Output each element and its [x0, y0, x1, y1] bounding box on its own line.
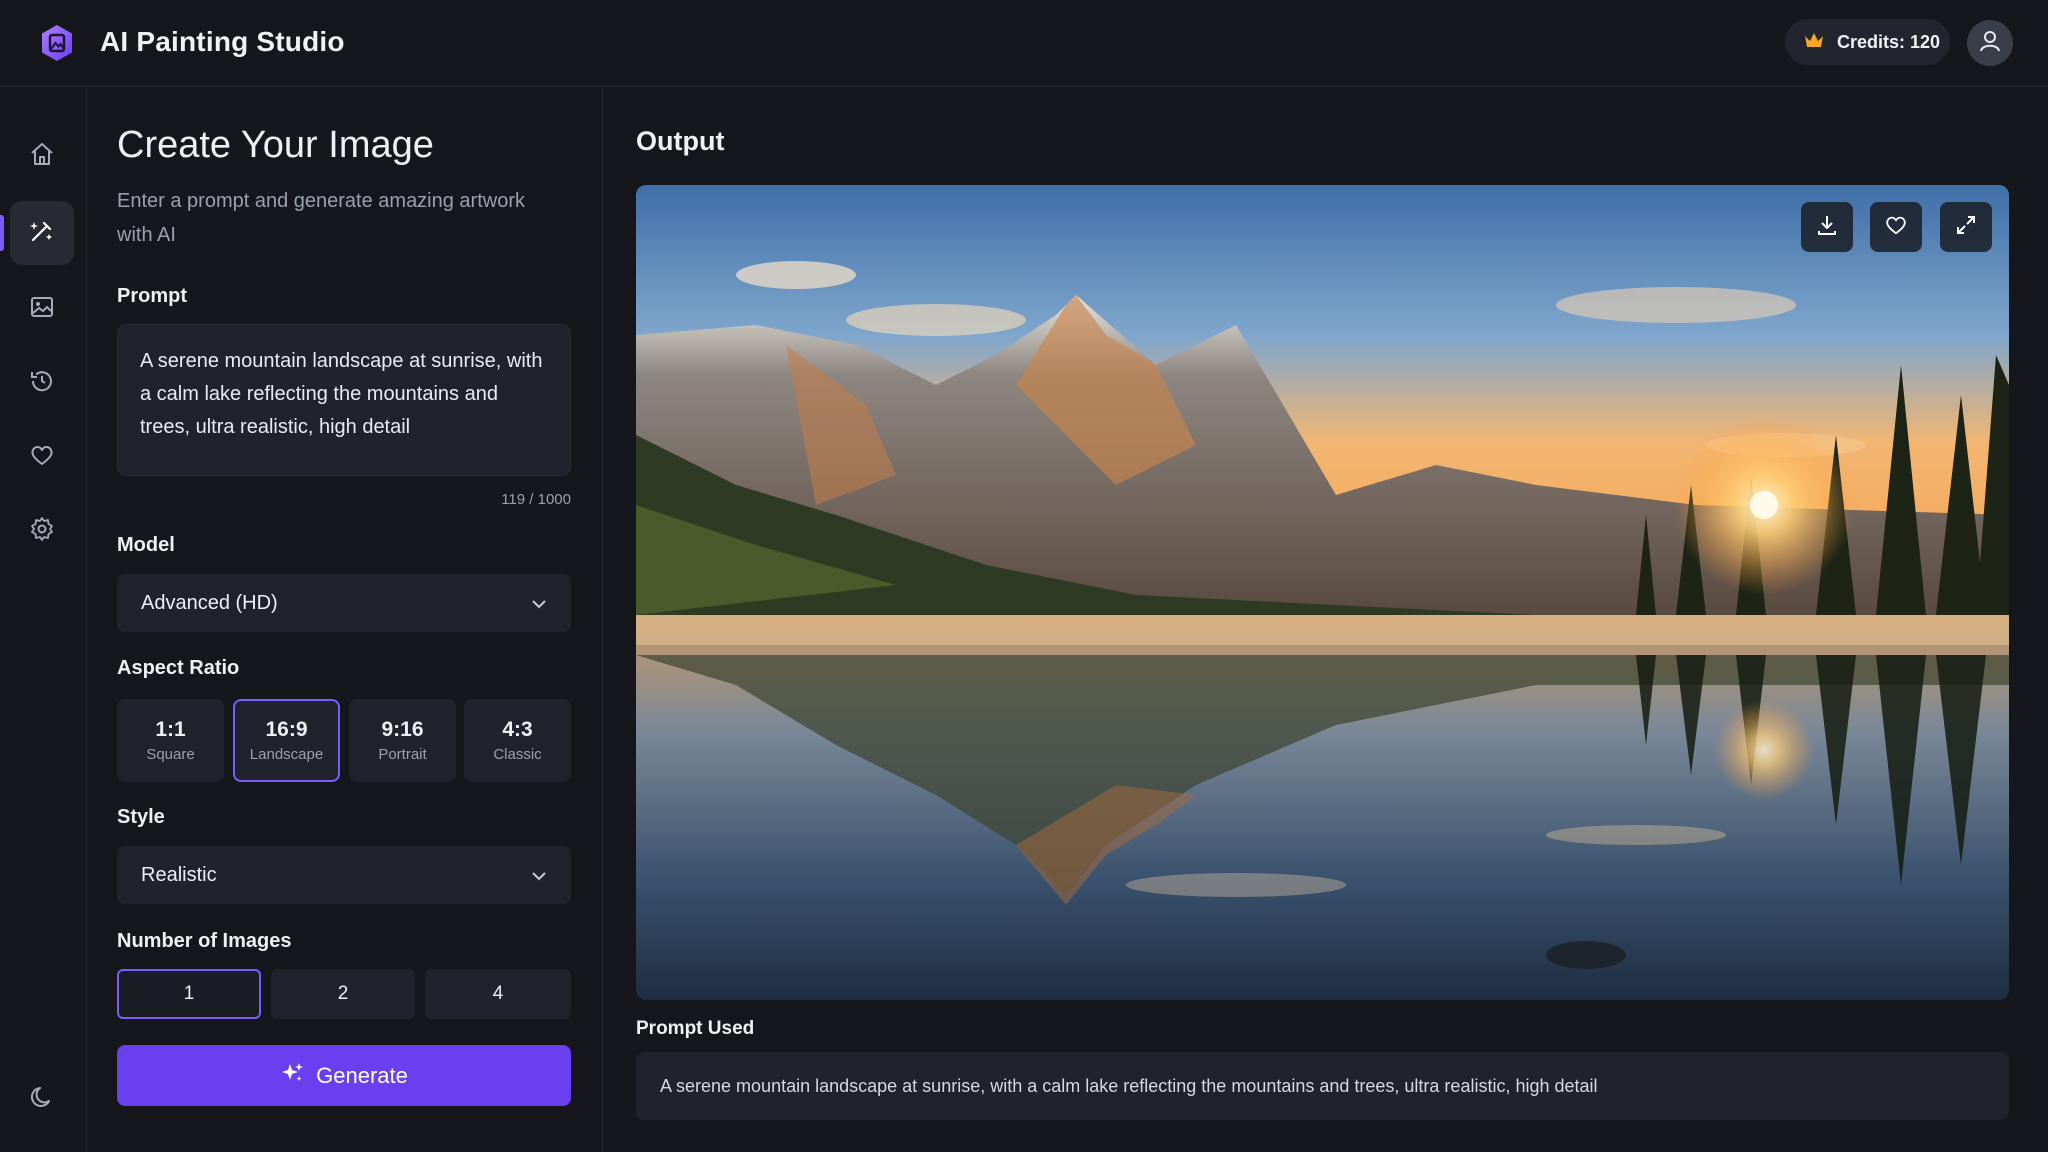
user-avatar[interactable] — [1967, 20, 2013, 66]
sparkle-icon — [280, 1061, 304, 1091]
aspect-option-value: 1:1 — [155, 718, 186, 741]
settings-icon — [29, 516, 55, 547]
aspect-option-landscape[interactable]: 16:9 Landscape — [233, 699, 340, 782]
aspect-option-classic[interactable]: 4:3 Classic — [464, 699, 571, 782]
moon-icon — [29, 1084, 55, 1115]
expand-button[interactable] — [1940, 202, 1992, 252]
image-count-option-2[interactable]: 2 — [271, 969, 415, 1019]
chevron-down-icon — [531, 864, 547, 887]
history-icon — [29, 368, 55, 399]
prompt-input[interactable]: A serene mountain landscape at sunrise, … — [117, 324, 571, 476]
image-count-option-1[interactable]: 1 — [117, 969, 261, 1019]
model-value: Advanced (HD) — [141, 591, 278, 614]
user-icon — [1977, 28, 2003, 59]
aspect-option-name: Square — [146, 746, 195, 763]
panel-subtitle: Enter a prompt and generate amazing artw… — [117, 190, 525, 246]
prompt-label: Prompt — [117, 285, 187, 307]
aspect-option-name: Landscape — [249, 746, 324, 763]
image-count-option-4[interactable]: 4 — [425, 969, 571, 1019]
expand-icon — [1954, 213, 1978, 242]
sidebar-item-create[interactable] — [0, 201, 74, 265]
crown-icon — [1803, 31, 1825, 54]
style-select[interactable]: Realistic — [117, 846, 571, 904]
aspect-option-portrait[interactable]: 9:16 Portrait — [349, 699, 456, 782]
heart-icon — [1884, 213, 1908, 242]
create-panel: Create Your Image Enter a prompt and gen… — [88, 88, 603, 1152]
prompt-counter: 119 / 1000 — [501, 491, 571, 508]
aspect-option-square[interactable]: 1:1 Square — [117, 699, 224, 782]
generate-button[interactable]: Generate — [117, 1045, 571, 1106]
aspect-option-name: Classic — [493, 746, 542, 763]
generate-label: Generate — [316, 1062, 408, 1088]
credits-label: Credits: 120 — [1837, 31, 1941, 52]
aspect-ratio-label: Aspect Ratio — [117, 657, 240, 679]
output-title: Output — [636, 126, 725, 156]
model-select[interactable]: Advanced (HD) — [117, 574, 571, 632]
theme-toggle[interactable] — [10, 1067, 74, 1131]
sidebar-item-home[interactable] — [10, 124, 74, 188]
favorite-button[interactable] — [1870, 202, 1922, 252]
model-label: Model — [117, 534, 175, 556]
download-icon — [1815, 213, 1839, 242]
home-icon — [29, 141, 55, 172]
sidebar-item-favorites[interactable] — [10, 425, 74, 489]
style-value: Realistic — [141, 863, 217, 886]
chevron-down-icon — [531, 592, 547, 615]
app-title: AI Painting Studio — [100, 26, 345, 57]
sidebar-item-settings[interactable] — [10, 499, 74, 563]
app-logo-icon[interactable] — [40, 24, 74, 62]
image-count-label: Number of Images — [117, 930, 292, 952]
sidebar-rail — [0, 88, 87, 1152]
generated-image[interactable] — [636, 185, 2009, 1000]
sidebar-item-gallery[interactable] — [10, 277, 74, 341]
panel-title: Create Your Image — [117, 124, 434, 166]
aspect-option-value: 16:9 — [265, 718, 308, 741]
aspect-option-value: 9:16 — [381, 718, 424, 741]
top-bar: AI Painting Studio Credits: 120 — [0, 0, 2048, 87]
image-icon — [29, 294, 55, 325]
aspect-option-name: Portrait — [378, 746, 427, 763]
prompt-used-value: A serene mountain landscape at sunrise, … — [636, 1052, 2009, 1120]
prompt-used-label: Prompt Used — [636, 1018, 755, 1039]
heart-icon — [29, 442, 55, 473]
download-button[interactable] — [1801, 202, 1853, 252]
edit-wand-icon — [29, 218, 55, 249]
sidebar-item-history[interactable] — [10, 351, 74, 415]
style-label: Style — [117, 806, 165, 828]
aspect-option-value: 4:3 — [502, 718, 533, 741]
credits-badge[interactable]: Credits: 120 — [1785, 19, 1950, 65]
